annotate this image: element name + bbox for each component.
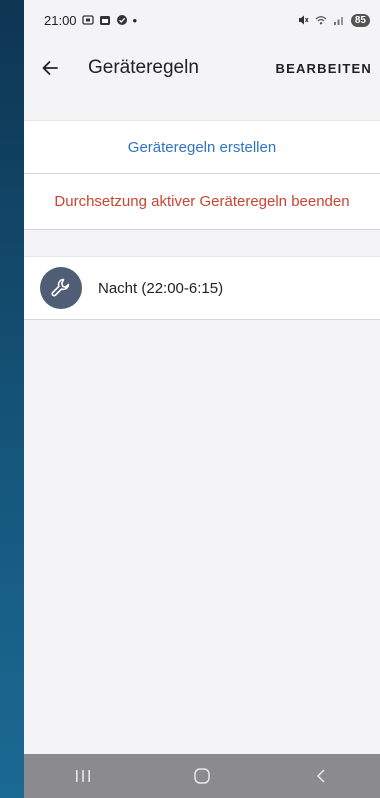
back-nav-button[interactable] <box>301 761 341 791</box>
home-button[interactable] <box>182 761 222 791</box>
arrow-left-icon <box>42 61 58 75</box>
check-circle-icon <box>116 15 127 25</box>
signal-icon <box>333 17 343 25</box>
list-item-rule[interactable]: Nacht (22:00-6:15) <box>24 256 380 320</box>
edit-button[interactable]: BEARBEITEN <box>271 55 376 82</box>
stop-enforcement-button[interactable]: Durchsetzung aktiver Geräteregeln beende… <box>24 174 380 230</box>
section-spacer <box>24 96 380 120</box>
system-nav-bar <box>24 754 380 798</box>
recent-apps-button[interactable] <box>63 761 103 791</box>
create-rules-button[interactable]: Geräteregeln erstellen <box>24 120 380 174</box>
app-bar: Geräteregeln BEARBEITEN <box>24 40 380 96</box>
screenshot-icon <box>81 15 94 25</box>
rule-label: Nacht (22:00-6:15) <box>98 279 224 297</box>
status-dot: • <box>132 12 138 28</box>
home-icon <box>194 768 210 784</box>
chevron-left-icon <box>316 769 325 783</box>
recent-apps-icon <box>76 770 91 782</box>
status-time: 21:00 <box>44 12 77 28</box>
section-spacer <box>24 230 380 256</box>
phone-screen: 21:00 • 85 Geräteregeln BEARBEITEN Gerät… <box>24 0 380 798</box>
wifi-icon <box>315 16 327 25</box>
mute-icon <box>298 15 309 25</box>
page-title: Geräteregeln <box>88 57 199 78</box>
wrench-icon <box>40 267 82 309</box>
calendar-icon <box>99 16 110 25</box>
back-button[interactable] <box>38 56 62 80</box>
battery-indicator: 85 <box>350 13 370 27</box>
status-bar: 21:00 • 85 <box>24 0 380 40</box>
